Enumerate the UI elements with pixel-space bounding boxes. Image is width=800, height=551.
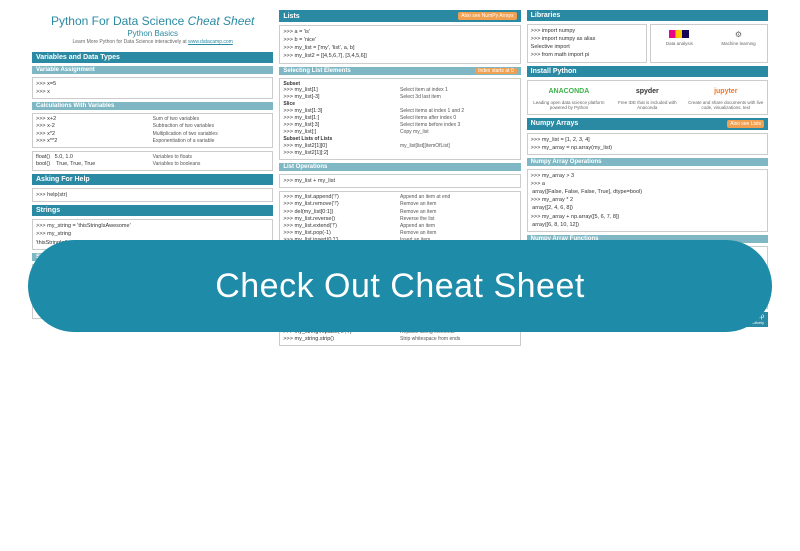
datacamp-link[interactable]: www.datacamp.com bbox=[188, 39, 233, 45]
section-strings: Strings bbox=[32, 205, 273, 216]
tag-lists: Also see Lists bbox=[727, 120, 764, 128]
library-icons: Data analysis ⚙Machine learning bbox=[650, 24, 768, 63]
jupyter-icon: jupyter bbox=[687, 85, 765, 99]
code-var-assign: >>> x=5 >>> x bbox=[32, 77, 273, 99]
subsection-var-assign: Variable Assignment bbox=[32, 66, 273, 74]
logo-anaconda: ANACONDALeading open data science platfo… bbox=[530, 85, 608, 110]
lib-ml: ⚙Machine learning bbox=[712, 27, 765, 60]
section-lists: Lists Also see NumPy Arrays bbox=[279, 10, 520, 22]
tag-index0: Index starts at 0 bbox=[475, 68, 517, 74]
pandas-icon bbox=[669, 30, 689, 38]
learn-text: Learn More Python for Data Science inter… bbox=[72, 39, 188, 45]
install-logos: ANACONDALeading open data science platfo… bbox=[527, 80, 768, 115]
anaconda-icon: ANACONDA bbox=[530, 85, 608, 99]
code-np-init: >>> my_list = [1, 2, 3, 4] >>> my_array … bbox=[527, 133, 768, 155]
code-help: >>> help(str) bbox=[32, 188, 273, 202]
code-calc: >>> x+2Sum of two variables>>> x-2Subtra… bbox=[32, 113, 273, 148]
learn-more: Learn More Python for Data Science inter… bbox=[32, 39, 273, 45]
subsection-npops: Numpy Array Operations bbox=[527, 158, 768, 166]
section-install: Install Python bbox=[527, 66, 768, 77]
ml-icon: ⚙ bbox=[712, 27, 765, 41]
section-numpy-label: Numpy Arrays bbox=[531, 120, 579, 127]
section-lists-label: Lists bbox=[283, 13, 299, 20]
code-listops1: >>> my_list + my_list bbox=[279, 174, 520, 188]
code-imports: >>> import numpy >>> import numpy as ali… bbox=[527, 24, 647, 63]
section-help: Asking For Help bbox=[32, 174, 273, 185]
title-block: Python For Data Science Cheat Sheet Pyth… bbox=[32, 10, 273, 49]
subsection-select-label: Selecting List Elements bbox=[283, 68, 350, 74]
code-npops: >>> my_array > 3 >>> a array([False, Fal… bbox=[527, 169, 768, 232]
lib-pandas: Data analysis bbox=[653, 27, 706, 60]
title-emphasis: Cheat Sheet bbox=[188, 14, 255, 28]
subtitle: Python Basics bbox=[32, 29, 273, 38]
subsection-listops: List Operations bbox=[279, 163, 520, 171]
code-conv: float() 5.0, 1.0Variables to floatsbool(… bbox=[32, 151, 273, 171]
subsection-calc: Calculations With Variables bbox=[32, 102, 273, 110]
logo-spyder: spyderFree IDE that is included with Ana… bbox=[608, 85, 686, 110]
cta-button[interactable]: Check Out Cheat Sheet bbox=[28, 240, 772, 332]
title-text: Python For Data Science bbox=[51, 14, 188, 28]
subsection-select: Selecting List Elements Index starts at … bbox=[279, 67, 520, 75]
code-list-init: >>> a = 'is' >>> b = 'nice' >>> my_list … bbox=[279, 25, 520, 64]
logo-jupyter: jupyterCreate and share documents with l… bbox=[687, 85, 765, 110]
section-libraries: Libraries bbox=[527, 10, 768, 21]
code-select: Subset>>> my_list[1]Select item at index… bbox=[279, 78, 520, 161]
spyder-icon: spyder bbox=[608, 85, 686, 99]
cta-label: Check Out Cheat Sheet bbox=[215, 267, 585, 306]
section-variables: Variables and Data Types bbox=[32, 52, 273, 63]
tag-numpy: Also see NumPy Arrays bbox=[458, 12, 517, 20]
section-numpy: Numpy Arrays Also see Lists bbox=[527, 118, 768, 130]
main-title: Python For Data Science Cheat Sheet bbox=[32, 14, 273, 28]
